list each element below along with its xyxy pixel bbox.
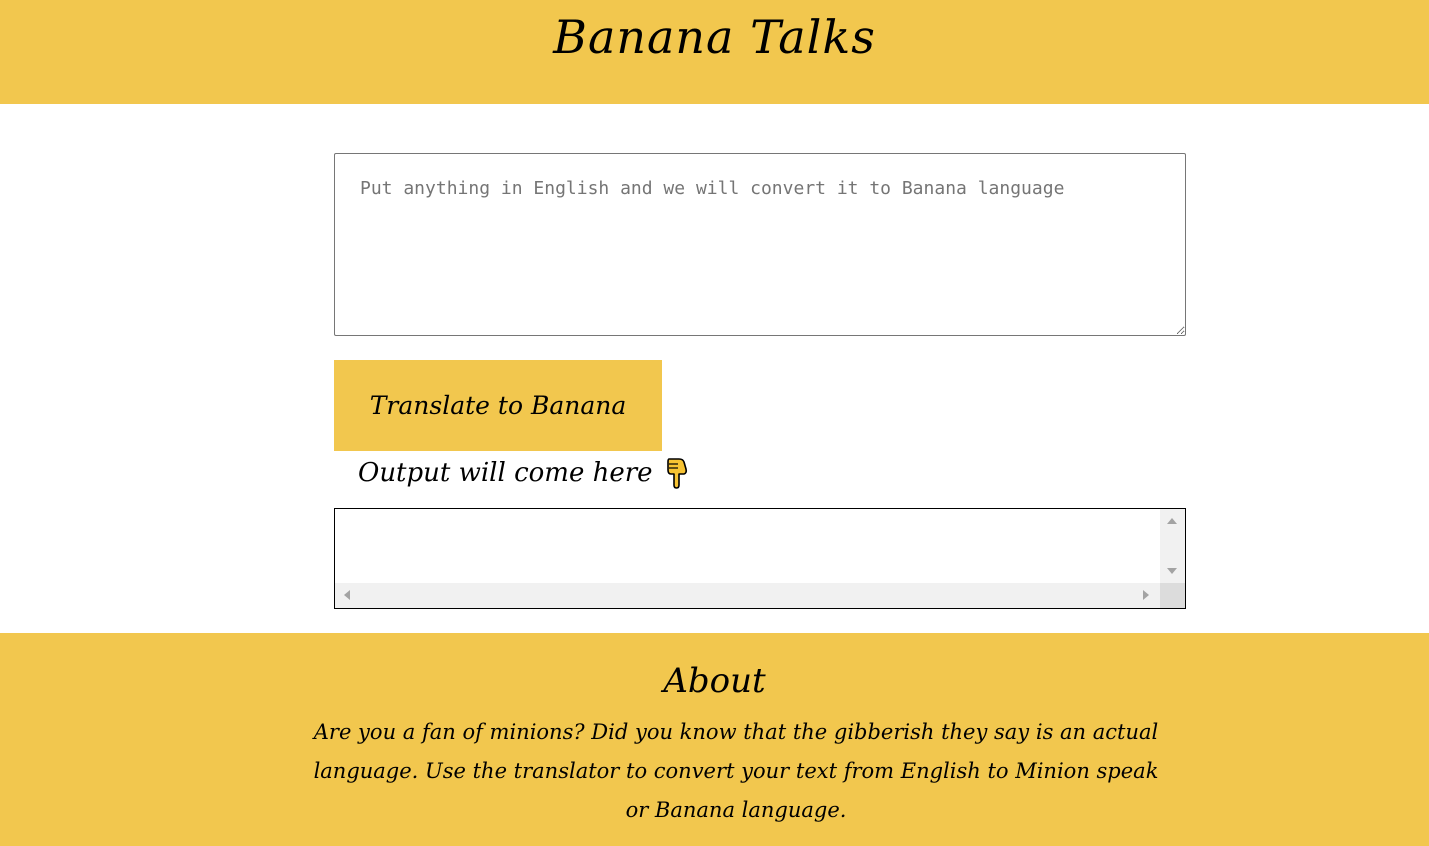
translate-button[interactable]: Translate to Banana <box>334 360 662 451</box>
output-label-row: Output will come here <box>358 456 691 490</box>
pointing-down-hand-icon <box>665 456 691 490</box>
scrollbar-corner <box>1160 583 1185 608</box>
output-label: Output will come here <box>358 458 653 488</box>
scroll-down-icon[interactable] <box>1167 568 1177 574</box>
about-text: Are you a fan of minions? Did you know t… <box>313 720 1159 822</box>
output-text <box>335 509 1185 521</box>
about-heading: About <box>663 661 766 701</box>
scroll-left-icon[interactable] <box>344 590 350 600</box>
english-input[interactable] <box>334 153 1186 336</box>
horizontal-scrollbar[interactable] <box>335 583 1160 608</box>
scroll-right-icon[interactable] <box>1143 590 1149 600</box>
page-title: Banana Talks <box>553 10 876 64</box>
scroll-up-icon[interactable] <box>1167 518 1177 524</box>
output-box[interactable] <box>334 508 1186 609</box>
vertical-scrollbar[interactable] <box>1160 509 1185 583</box>
about-section: About Are you a fan of minions? Did you … <box>0 633 1429 846</box>
page-header: Banana Talks <box>0 0 1429 104</box>
